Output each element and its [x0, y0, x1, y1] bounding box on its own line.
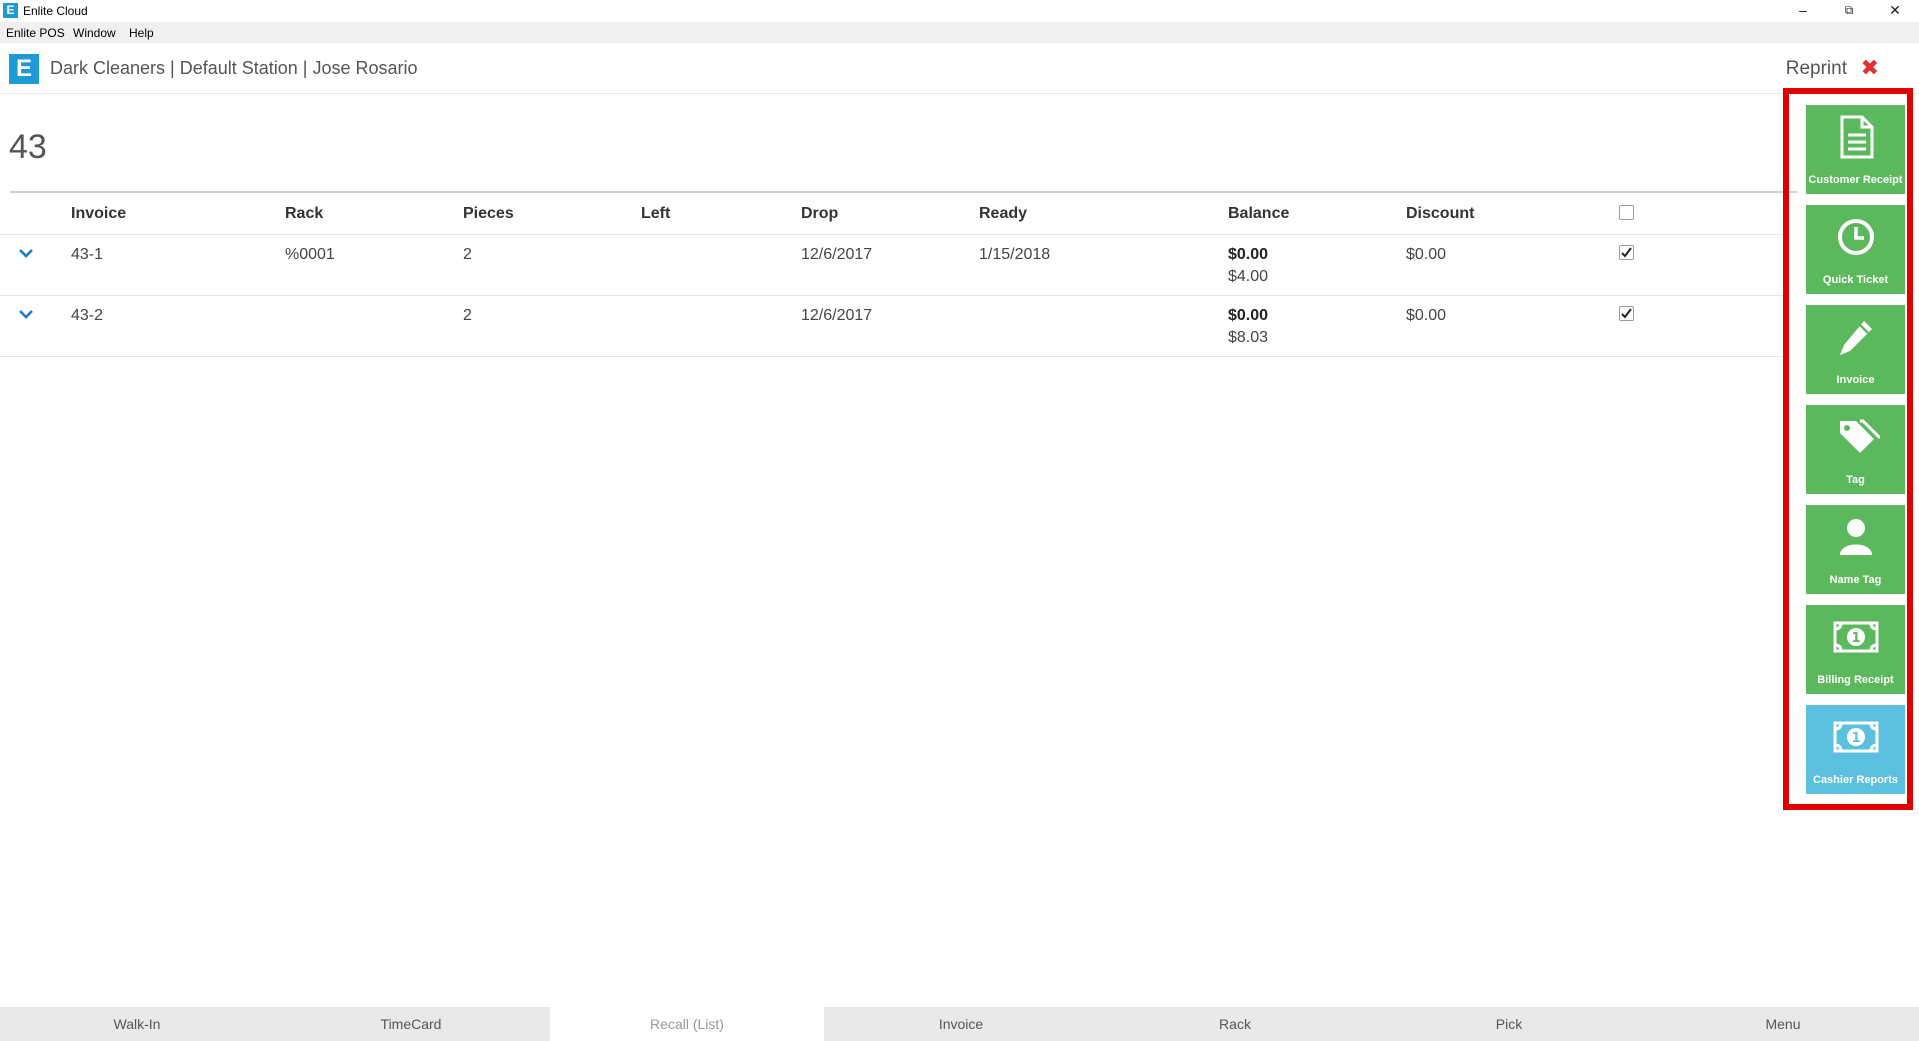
table-header: Invoice Rack Pieces Left Drop Ready Bala… [0, 193, 1787, 235]
table-row: 43-1 %0001 2 12/6/2017 1/15/2018 $0.00 $… [0, 235, 1787, 296]
column-left: Left [641, 205, 671, 222]
document-icon [1840, 115, 1874, 159]
button-label: Billing Receipt [1817, 674, 1894, 686]
bottom-nav: Walk-In TimeCard Recall (List) Invoice R… [0, 1007, 1919, 1041]
page-header: E Dark Cleaners | Default Station | Jose… [0, 43, 1919, 94]
row-balance-due: $0.00 [1228, 307, 1269, 324]
tab-recall-list[interactable]: Recall (List) [550, 1007, 824, 1041]
row-checkbox[interactable] [1619, 306, 1634, 321]
minimize-button[interactable]: – [1780, 0, 1826, 22]
column-invoice: Invoice [71, 205, 127, 222]
window-close-button[interactable]: ✕ [1872, 0, 1918, 22]
column-ready: Ready [979, 205, 1028, 222]
menu-help[interactable]: Help [129, 26, 154, 40]
ticket-number: 43 [9, 128, 47, 166]
row-drop: 12/6/2017 [801, 246, 873, 263]
column-rack: Rack [285, 205, 324, 222]
title-bar: E Enlite Cloud – ⧉ ✕ [0, 0, 1919, 22]
row-drop: 12/6/2017 [801, 307, 873, 324]
restore-button[interactable]: ⧉ [1826, 0, 1872, 22]
row-discount: $0.00 [1406, 307, 1447, 324]
column-balance: Balance [1228, 205, 1290, 222]
row-checkbox[interactable] [1619, 245, 1634, 260]
button-label: Quick Ticket [1822, 274, 1889, 286]
tag-button[interactable]: Tag [1806, 405, 1905, 494]
row-pieces: 2 [463, 246, 472, 263]
button-label: Tag [1846, 474, 1865, 486]
user-icon [1840, 519, 1872, 555]
reprint-title: Reprint [1785, 58, 1847, 79]
svg-text:1: 1 [1851, 631, 1860, 646]
row-balance-total: $8.03 [1228, 329, 1269, 346]
row-balance: $0.00 $4.00 [1228, 246, 1268, 286]
clock-icon [1838, 219, 1874, 255]
quick-ticket-button[interactable]: Quick Ticket [1806, 205, 1905, 294]
tags-icon [1840, 419, 1880, 453]
menu-window[interactable]: Window [73, 26, 116, 40]
button-label: Cashier Reports [1813, 774, 1898, 786]
tab-timecard[interactable]: TimeCard [274, 1007, 548, 1041]
column-pieces: Pieces [463, 205, 514, 222]
enlite-logo: E [9, 54, 39, 84]
menu-enlite-pos[interactable]: Enlite POS [6, 26, 65, 40]
button-label: Invoice [1836, 374, 1875, 386]
row-pieces: 2 [463, 307, 472, 324]
cashier-reports-button[interactable]: 1 Cashier Reports [1806, 705, 1905, 794]
invoice-button[interactable]: Invoice [1806, 305, 1905, 394]
money-icon: 1 [1833, 721, 1879, 753]
button-label: Customer Receipt [1808, 174, 1903, 186]
table-row: 43-2 2 12/6/2017 $0.00 $8.03 $0.00 [0, 296, 1787, 357]
customer-receipt-button[interactable]: Customer Receipt [1806, 105, 1905, 194]
row-invoice: 43-2 [71, 307, 104, 324]
row-invoice: 43-1 [71, 246, 104, 263]
app-title: Enlite Cloud [23, 4, 88, 18]
name-tag-button[interactable]: Name Tag [1806, 505, 1905, 594]
column-discount: Discount [1406, 205, 1475, 222]
chevron-down-icon[interactable] [18, 245, 34, 261]
row-balance-total: $4.00 [1228, 268, 1269, 285]
row-rack: %0001 [285, 246, 335, 263]
breadcrumb: Dark Cleaners | Default Station | Jose R… [50, 58, 418, 78]
checkmark-icon [1621, 247, 1632, 258]
checkmark-icon [1621, 308, 1632, 319]
tab-rack[interactable]: Rack [1098, 1007, 1372, 1041]
chevron-down-icon[interactable] [18, 306, 34, 322]
row-balance-due: $0.00 [1228, 246, 1269, 263]
row-discount: $0.00 [1406, 246, 1447, 263]
select-all-checkbox[interactable] [1619, 205, 1634, 220]
app-icon: E [3, 3, 18, 18]
tab-pick[interactable]: Pick [1372, 1007, 1646, 1041]
svg-text:1: 1 [1851, 731, 1860, 746]
tab-menu[interactable]: Menu [1646, 1007, 1919, 1041]
money-icon: 1 [1833, 621, 1879, 653]
menu-bar: Enlite POS Window Help [0, 22, 1919, 43]
tab-invoice[interactable]: Invoice [824, 1007, 1098, 1041]
column-drop: Drop [801, 205, 839, 222]
button-label: Name Tag [1829, 574, 1882, 586]
row-ready: 1/15/2018 [979, 246, 1051, 263]
close-icon[interactable]: ✖ [1861, 55, 1879, 81]
pencil-icon [1840, 321, 1872, 355]
billing-receipt-button[interactable]: 1 Billing Receipt [1806, 605, 1905, 694]
row-balance: $0.00 $8.03 [1228, 307, 1268, 347]
tab-walk-in[interactable]: Walk-In [0, 1007, 274, 1041]
